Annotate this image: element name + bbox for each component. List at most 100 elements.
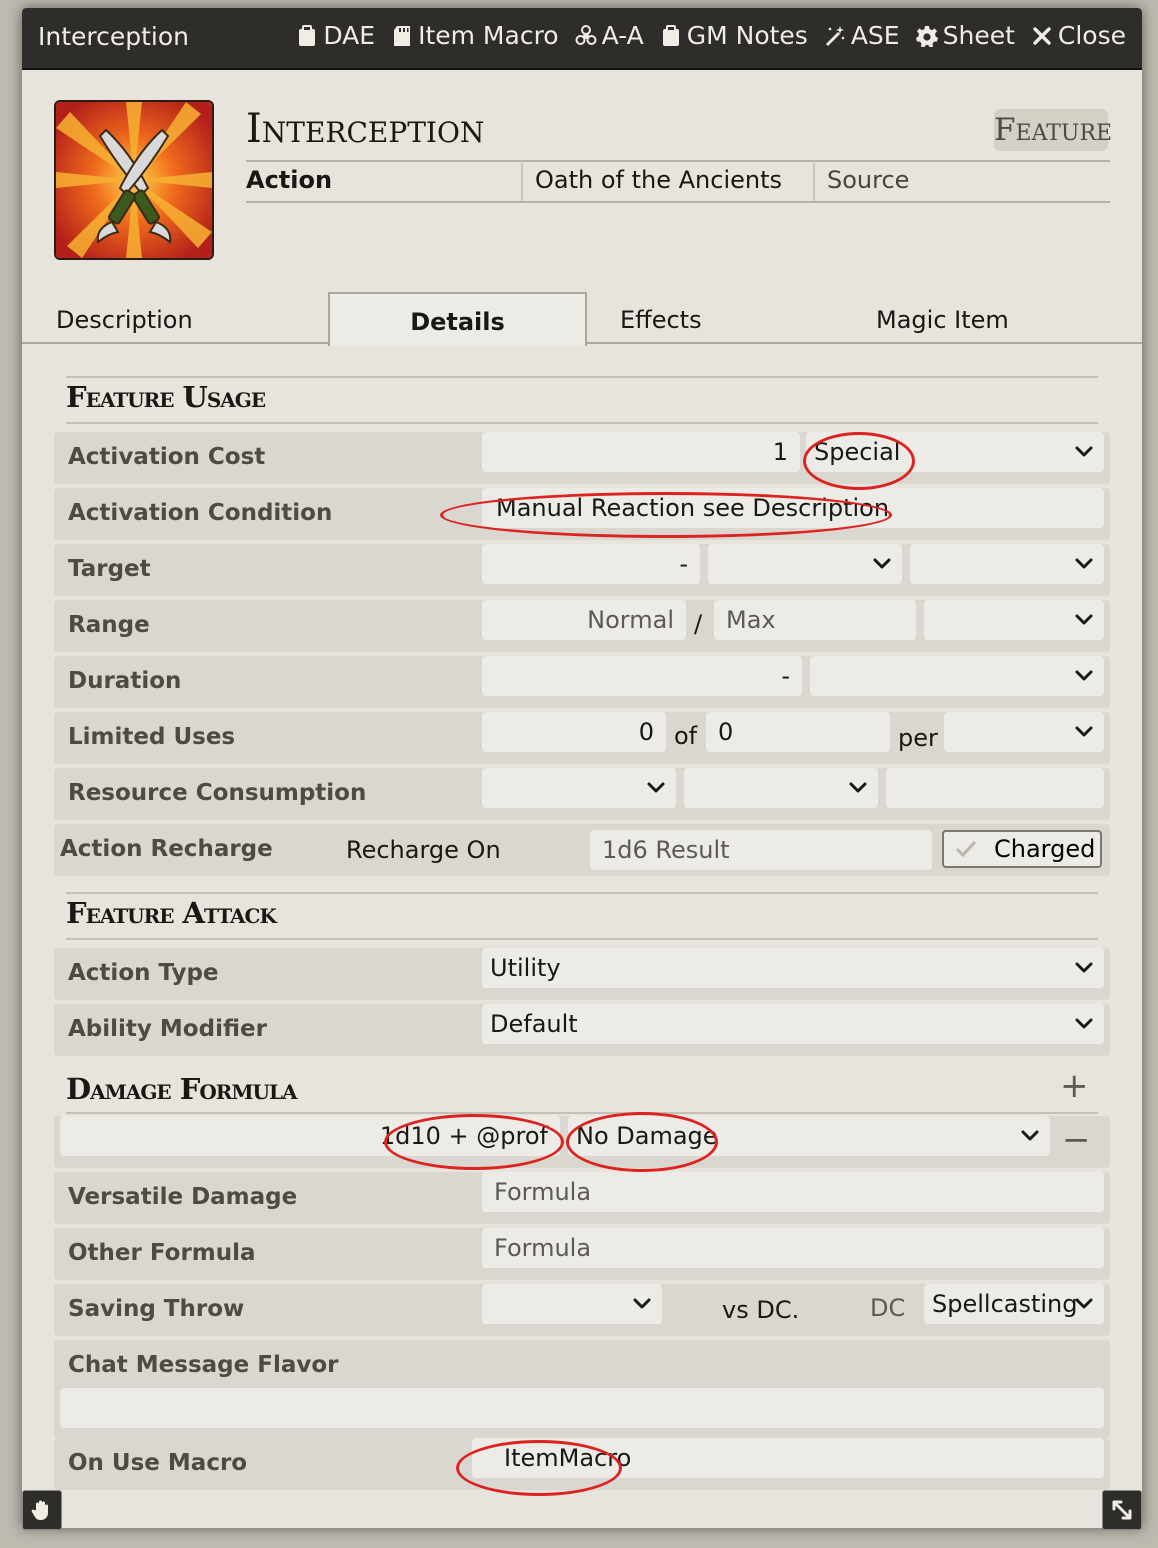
resize-handle[interactable] xyxy=(1102,1490,1142,1530)
duration-row: Duration - xyxy=(54,656,1110,708)
range-max-input[interactable]: Max xyxy=(714,600,916,640)
charged-toggle[interactable]: Charged xyxy=(942,830,1102,868)
tab-details[interactable]: Details xyxy=(328,292,587,346)
target-units-select[interactable] xyxy=(708,544,902,584)
uses-max-input[interactable]: 0 xyxy=(706,712,890,752)
saving-throw-label: Saving Throw xyxy=(68,1296,245,1322)
item-portrait[interactable] xyxy=(54,100,214,260)
target-label: Target xyxy=(68,556,151,582)
sheet-tabs: Description Details Effects Magic Item xyxy=(22,292,1142,346)
damage-formula-header: Damage Formula + xyxy=(66,1066,1098,1114)
target-value-input[interactable]: - xyxy=(482,544,700,584)
activation-condition-row: Activation Condition Manual Reaction see… xyxy=(54,488,1110,540)
clipboard-icon xyxy=(299,24,316,46)
chat-flavor-label: Chat Message Flavor xyxy=(68,1352,339,1378)
section-title: Feature Usage xyxy=(66,380,266,414)
damage-formula-input[interactable]: 1d10 + @prof xyxy=(60,1116,560,1156)
sd-card-icon xyxy=(394,25,411,46)
ability-modifier-row: Ability Modifier Default xyxy=(54,1004,1110,1056)
ase-button[interactable]: ASE xyxy=(824,21,900,50)
action-recharge-row: Action Recharge Recharge On 1d6 Result C… xyxy=(54,824,1110,876)
ability-modifier-label: Ability Modifier xyxy=(68,1016,267,1042)
item-name[interactable]: Interception xyxy=(246,106,484,152)
saving-throw-row: Saving Throw vs DC. DC Spellcasting xyxy=(54,1284,1110,1336)
range-row: Range Normal / Max xyxy=(54,600,1110,652)
activation-condition-label: Activation Condition xyxy=(68,500,333,526)
ability-modifier-select[interactable]: Default xyxy=(482,1004,1104,1044)
on-use-macro-row: On Use Macro ItemMacro xyxy=(54,1438,1110,1490)
chat-flavor-row: Chat Message Flavor xyxy=(54,1340,1110,1438)
on-use-macro-input[interactable]: ItemMacro xyxy=(472,1438,1104,1478)
damage-part-row: 1d10 + @prof No Damage − xyxy=(54,1116,1110,1168)
chevron-down-icon xyxy=(1074,958,1094,978)
versatile-damage-input[interactable]: Formula xyxy=(482,1172,1104,1212)
tab-underline xyxy=(585,342,1142,344)
range-label: Range xyxy=(68,612,150,638)
dc-scaling-select[interactable]: Spellcasting xyxy=(924,1284,1104,1324)
action-type-label: Action Type xyxy=(68,960,219,986)
magic-wand-icon xyxy=(825,25,845,46)
duration-value-input[interactable]: - xyxy=(482,656,802,696)
action-type-select[interactable]: Utility xyxy=(482,948,1104,988)
tab-underline xyxy=(22,342,328,344)
remove-damage-button[interactable]: − xyxy=(1062,1120,1091,1160)
crossed-daggers-icon xyxy=(56,102,212,258)
other-formula-row: Other Formula Formula xyxy=(54,1228,1110,1280)
limited-uses-row: Limited Uses 0 of 0 per xyxy=(54,712,1110,764)
consume-type-select[interactable] xyxy=(482,768,676,808)
recharge-value-input[interactable]: 1d6 Result xyxy=(590,830,932,870)
chevron-down-icon xyxy=(1074,610,1094,630)
add-damage-button[interactable]: + xyxy=(1060,1066,1089,1106)
activation-condition-input[interactable]: Manual Reaction see Description xyxy=(482,488,1104,528)
resize-arrows-icon xyxy=(1112,1500,1132,1520)
versatile-damage-label: Versatile Damage xyxy=(68,1184,298,1210)
dc-placeholder[interactable]: DC xyxy=(870,1294,905,1322)
requirements-field[interactable]: Oath of the Ancients xyxy=(521,163,813,201)
uses-value-input[interactable]: 0 xyxy=(482,712,666,752)
vs-dc-label: vs DC. xyxy=(722,1296,800,1324)
activation-summary: Action xyxy=(246,166,333,194)
duration-units-select[interactable] xyxy=(810,656,1104,696)
consume-target-select[interactable] xyxy=(684,768,878,808)
save-ability-select[interactable] xyxy=(482,1284,662,1324)
target-type-select[interactable] xyxy=(910,544,1104,584)
tab-magic-item[interactable]: Magic Item xyxy=(876,292,1009,342)
damage-type-select[interactable]: No Damage xyxy=(568,1116,1050,1156)
item-macro-button[interactable]: Item Macro xyxy=(391,21,559,50)
activation-cost-input[interactable]: 1 xyxy=(482,432,800,472)
source-field[interactable]: Source xyxy=(813,163,1110,201)
uses-period-select[interactable] xyxy=(944,712,1104,752)
on-use-macro-label: On Use Macro xyxy=(68,1450,248,1476)
dae-button[interactable]: DAE xyxy=(296,21,375,50)
drag-hand-button[interactable] xyxy=(22,1490,62,1530)
activation-type-select[interactable]: Special xyxy=(806,432,1104,472)
feature-usage-header: Feature Usage xyxy=(66,376,1098,424)
other-formula-input[interactable]: Formula xyxy=(482,1228,1104,1268)
chevron-down-icon xyxy=(1074,442,1094,462)
chevron-down-icon xyxy=(1074,666,1094,686)
item-sheet-window: Interception DAE Item Macro A-A GM Notes… xyxy=(22,8,1142,1528)
range-units-select[interactable] xyxy=(924,600,1104,640)
close-button[interactable]: Close xyxy=(1031,21,1126,50)
tab-effects[interactable]: Effects xyxy=(620,292,702,342)
chevron-down-icon xyxy=(1074,554,1094,574)
consume-amount-input[interactable] xyxy=(886,768,1104,808)
range-normal-input[interactable]: Normal xyxy=(482,600,686,640)
chat-flavor-input[interactable] xyxy=(60,1388,1104,1428)
recharge-on-label: Recharge On xyxy=(346,836,501,864)
a-a-button[interactable]: A-A xyxy=(575,21,644,50)
window-titlebar[interactable]: Interception DAE Item Macro A-A GM Notes… xyxy=(22,8,1142,70)
sheet-button[interactable]: Sheet xyxy=(915,21,1015,50)
other-formula-label: Other Formula xyxy=(68,1240,256,1266)
gm-notes-button[interactable]: GM Notes xyxy=(660,21,808,50)
duration-label: Duration xyxy=(68,668,182,694)
tab-description[interactable]: Description xyxy=(56,292,193,342)
target-row: Target - xyxy=(54,544,1110,596)
clipboard-icon xyxy=(662,24,679,46)
header-divider xyxy=(246,160,1110,162)
activation-cost-label: Activation Cost xyxy=(68,444,266,470)
chevron-down-icon xyxy=(632,1294,652,1314)
chevron-down-icon xyxy=(646,778,666,798)
resource-consumption-row: Resource Consumption xyxy=(54,768,1110,820)
action-type-row: Action Type Utility xyxy=(54,948,1110,1000)
